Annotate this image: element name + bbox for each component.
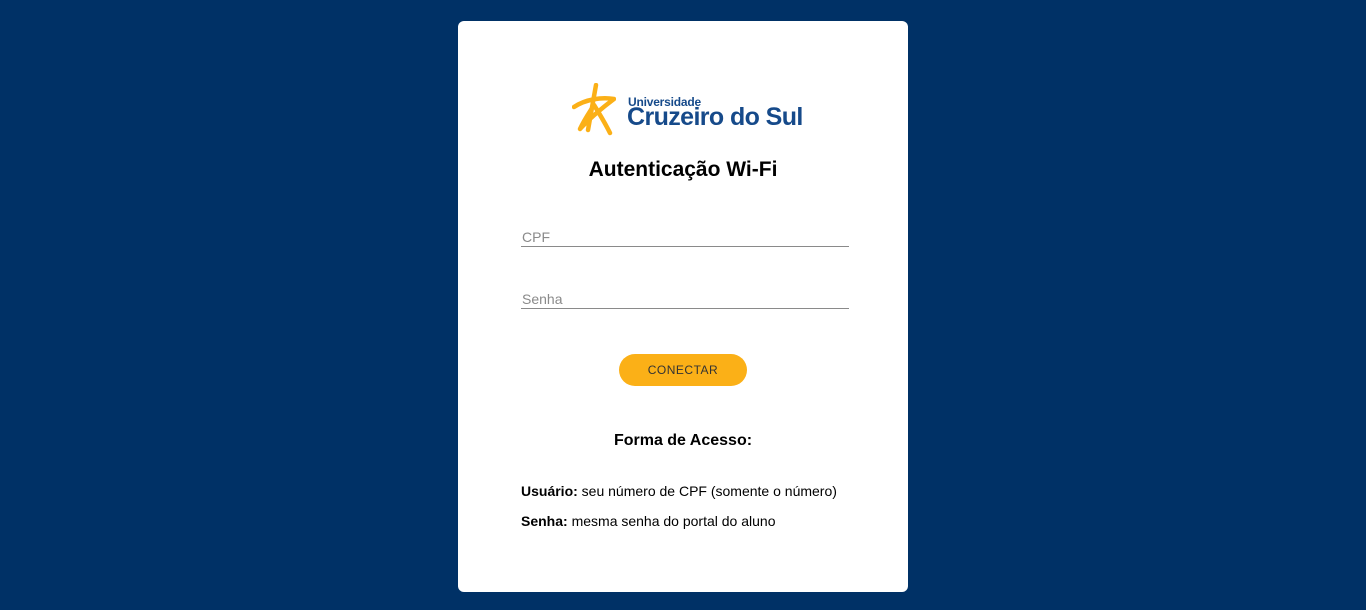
access-password-info: Senha: mesma senha do portal do aluno xyxy=(521,513,776,529)
university-logo: Universidade Cruzeiro do Sul xyxy=(572,83,803,137)
access-password-label: Senha: xyxy=(521,513,568,529)
access-user-text: seu número de CPF (somente o número) xyxy=(577,483,837,499)
password-input[interactable] xyxy=(521,291,849,309)
logo-brand-text: Cruzeiro do Sul xyxy=(627,103,803,131)
access-password-text: mesma senha do portal do aluno xyxy=(567,513,776,529)
login-card: Universidade Cruzeiro do Sul Autenticaçã… xyxy=(458,21,908,592)
access-user-info: Usuário: seu número de CPF (somente o nú… xyxy=(521,483,837,499)
cpf-input[interactable] xyxy=(521,229,849,247)
access-heading: Forma de Acesso: xyxy=(613,432,753,449)
page-title: Autenticação Wi-Fi xyxy=(588,158,778,181)
access-user-label: Usuário: xyxy=(521,483,578,499)
connect-button[interactable]: CONECTAR xyxy=(619,354,747,386)
star-logo-icon xyxy=(572,83,616,136)
